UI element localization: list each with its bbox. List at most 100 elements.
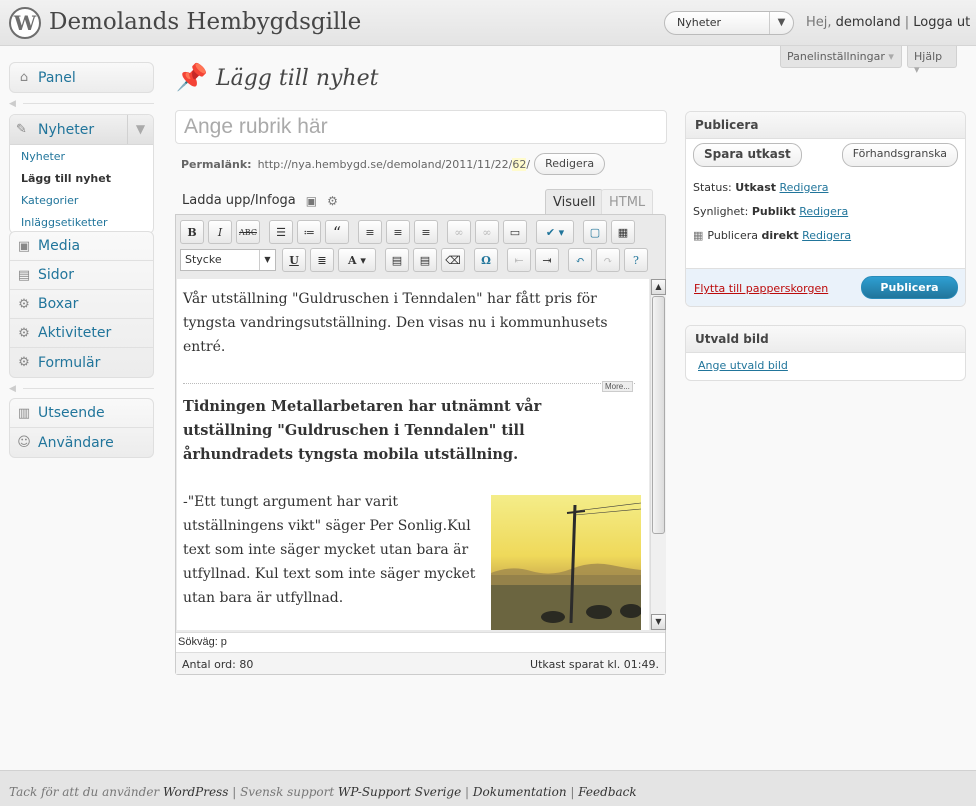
featured-image-box: Utvald bild Ange utvald bild [685,325,966,381]
post-title-input[interactable]: Ange rubrik här [175,110,667,144]
eraser-icon[interactable]: ⌫ [441,248,465,272]
text-color-icon[interactable]: A ▾ [338,248,376,272]
menu-separator[interactable]: ◀ [9,384,154,394]
align-left-icon[interactable]: ≡ [358,220,382,244]
preview-button[interactable]: Förhandsgranska [841,143,958,167]
strikethrough-button[interactable]: ABC [236,220,260,244]
publish-button[interactable]: Publicera [861,276,958,299]
schedule-label: Publicera [707,228,758,242]
submenu-item-tags[interactable]: Inläggsetiketter [10,211,153,233]
outdent-icon[interactable]: ⇤ [507,248,531,272]
sidebar-item-appearance[interactable]: ▥ Utseende [10,399,153,428]
toolbar-row-1: B I ABC ☰ ≔ “ ≡ ≡ ≡ ∞ ∞ ▭ ✔ ▾ ▢ ▦ [180,219,639,245]
submenu-item-categories[interactable]: Kategorier [10,189,153,211]
bullet-list-icon[interactable]: ☰ [269,220,293,244]
add-media-icon[interactable]: ▣ [306,194,317,208]
align-center-icon[interactable]: ≡ [386,220,410,244]
spellcheck-icon[interactable]: ✔ ▾ [536,220,574,244]
site-title[interactable]: Demolands Hembygdsgille [49,9,361,35]
tab-visual[interactable]: Visuell [545,189,604,215]
feedback-link[interactable]: Feedback [578,785,636,799]
justify-icon[interactable]: ≣ [310,248,334,272]
scroll-up-icon[interactable]: ▲ [651,279,666,295]
scroll-thumb[interactable] [652,296,665,534]
editor-scrollbar[interactable]: ▲ ▼ [650,279,666,630]
bold-button[interactable]: B [180,220,204,244]
calendar-icon: ▦ [693,228,704,242]
submenu-item-news[interactable]: Nyheter [10,145,153,167]
sidebar-item-media[interactable]: ▣ Media [10,232,153,261]
sidebar-item-label: Aktiviteter [38,325,112,341]
indent-icon[interactable]: ⇥ [535,248,559,272]
page-title: Lägg till nyhet [216,65,379,91]
status-value: Utkast [735,180,776,194]
documentation-link[interactable]: Dokumentation [473,785,567,799]
redo-icon[interactable]: ↷ [596,248,620,272]
format-select[interactable]: Stycke ▼ [180,249,276,271]
schedule-edit-link[interactable]: Redigera [802,229,851,242]
italic-button[interactable]: I [208,220,232,244]
paste-text-icon[interactable]: ▤ [385,248,409,272]
blockquote-icon[interactable]: “ [325,220,349,244]
menu-group-news: ✎ Nyheter ▼ Nyheter Lägg till nyhet Kate… [9,114,154,234]
sidebar-item-pages[interactable]: ▤ Sidor [10,261,153,290]
format-select-value: Stycke [185,253,222,266]
underline-button[interactable]: U [282,248,306,272]
status-row: Status: Utkast Redigera [686,175,965,199]
visibility-edit-link[interactable]: Redigera [799,205,848,218]
photo-illustration [491,502,641,630]
sidebar-item-boxes[interactable]: ⚙ Boxar [10,290,153,319]
logout-link[interactable]: Logga ut [913,15,970,30]
sidebar-item-panel[interactable]: ⌂ Panel [10,63,153,92]
numbered-list-icon[interactable]: ≔ [297,220,321,244]
unlink-icon[interactable]: ∞ [475,220,499,244]
help-button[interactable]: Hjälp ▾ [907,46,957,76]
paste-word-icon[interactable]: ▤ [413,248,437,272]
help-icon[interactable]: ? [624,248,648,272]
kitchen-sink-icon[interactable]: ▦ [611,220,635,244]
fullscreen-icon[interactable]: ▢ [583,220,607,244]
support-link[interactable]: WP-Support Sverige [338,785,461,799]
more-tag-icon[interactable]: ▭ [503,220,527,244]
sidebar-item-label: Sidor [38,267,74,283]
link-icon[interactable]: ∞ [447,220,471,244]
move-to-trash-link[interactable]: Flytta till papperskorgen [694,282,828,295]
publish-box-title[interactable]: Publicera [686,112,965,139]
omega-icon[interactable]: Ω [474,248,498,272]
add-gear-icon[interactable]: ⚙ [327,194,338,208]
featured-image-title[interactable]: Utvald bild [686,326,965,353]
permalink-slug[interactable]: 62 [512,157,527,171]
sidebar-item-label: Utseende [38,405,105,421]
sidebar-item-label: Panel [38,69,76,86]
wordpress-link[interactable]: WordPress [163,785,228,799]
chevron-down-icon[interactable]: ▼ [769,12,793,34]
favorite-actions-select[interactable]: Nyheter ▼ [664,11,794,35]
editor-content-area[interactable]: Vår utställning "Guldruschen i Tenndalen… [177,279,649,630]
menu-group-settings: ▥ Utseende ☺ Användare [9,398,154,458]
submenu-item-add-news[interactable]: Lägg till nyhet [10,167,153,189]
sidebar-item-forms[interactable]: ⚙ Formulär [10,348,153,377]
wordpress-logo-icon[interactable]: W [9,7,41,39]
visibility-value: Publikt [751,204,796,218]
menu-toggle-icon[interactable]: ▼ [127,115,153,144]
menu-separator[interactable]: ◀ [9,99,154,109]
sidebar-item-users[interactable]: ☺ Användare [10,428,153,457]
status-edit-link[interactable]: Redigera [780,181,829,194]
sidebar-item-label: Boxar [38,296,79,312]
status-label: Status: [693,180,732,194]
username-link[interactable]: demoland [836,15,901,30]
undo-icon[interactable]: ↶ [568,248,592,272]
screen-options-button[interactable]: Panelinställningar ▾ [780,46,902,68]
more-tag-label: More... [602,381,633,392]
set-featured-image-link[interactable]: Ange utvald bild [698,359,788,372]
sidebar-item-label: Användare [38,434,114,451]
tab-html[interactable]: HTML [601,189,654,215]
save-draft-button[interactable]: Spara utkast [693,143,802,167]
footer-support-label: Svensk support [240,785,335,799]
sidebar-item-activities[interactable]: ⚙ Aktiviteter [10,319,153,348]
sidebar-item-news[interactable]: ✎ Nyheter ▼ [10,115,153,145]
scroll-down-icon[interactable]: ▼ [651,614,666,630]
align-right-icon[interactable]: ≡ [414,220,438,244]
landscape-photo[interactable] [491,495,641,630]
permalink-edit-button[interactable]: Redigera [534,153,606,175]
